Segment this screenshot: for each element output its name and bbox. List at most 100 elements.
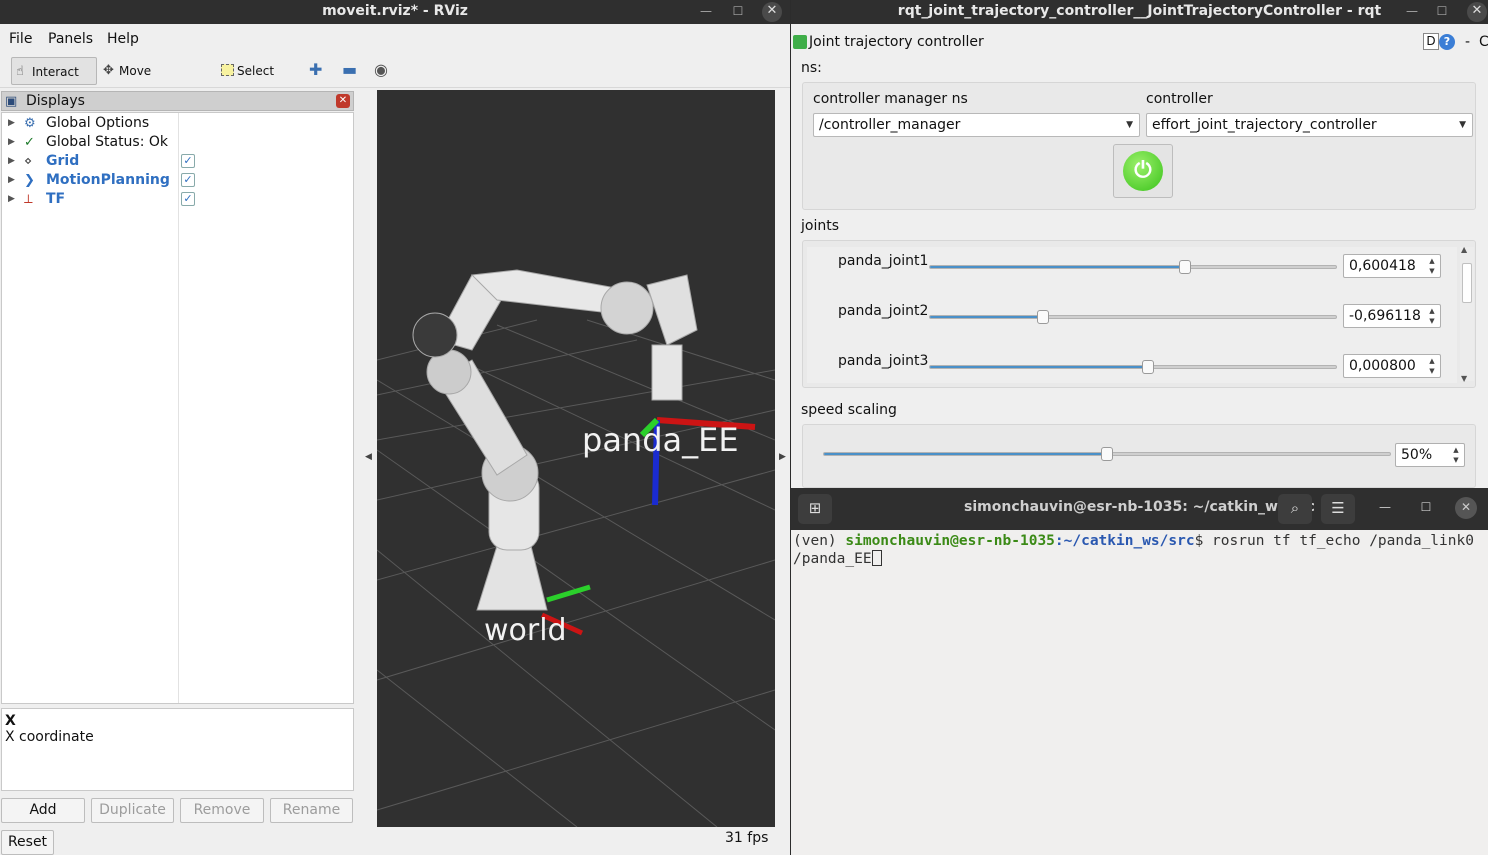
joint-row: panda_joint1 0,600418 ▲ ▼ — [807, 251, 1457, 281]
rqt-titlebar: rqt_joint_trajectory_controller__JointTr… — [791, 0, 1488, 24]
motion-planning-icon: ❯ — [24, 173, 35, 188]
move-camera-tool-button[interactable]: ✥ Move Camera — [99, 57, 199, 106]
power-icon: ⏻ — [1123, 151, 1163, 191]
minimize-icon[interactable]: — — [696, 2, 716, 22]
help-icon[interactable]: ? — [1439, 34, 1455, 50]
add-button[interactable]: Add — [1, 798, 85, 823]
add-tool-icon[interactable]: ✚ — [309, 60, 322, 79]
maximize-icon[interactable]: ☐ — [1415, 497, 1437, 519]
terminal-title: simonchauvin@esr-nb-1035: ~/catkin_ws/sr… — [964, 499, 1315, 515]
menu-file[interactable]: File — [9, 31, 32, 47]
controller-label: controller — [1146, 91, 1213, 107]
joint-slider[interactable] — [929, 310, 1337, 324]
tf-checkbox[interactable]: ✓ — [181, 192, 195, 206]
terminal-window: ⊞ simonchauvin@esr-nb-1035: ~/catkin_ws/… — [791, 488, 1488, 855]
duplicate-button[interactable]: Duplicate — [91, 798, 174, 823]
rename-button[interactable]: Rename — [270, 798, 353, 823]
controller-combo[interactable]: effort_joint_trajectory_controller ▼ — [1146, 113, 1473, 137]
remove-tool-icon[interactable]: ▬ — [342, 60, 357, 79]
monitor-icon: ▣ — [5, 94, 18, 109]
joint-value-spinbox[interactable]: 0,600418 ▲ ▼ — [1343, 254, 1441, 278]
3d-viewport[interactable]: panda_EE world — [377, 90, 775, 827]
tf-label-panda-ee: panda_EE — [582, 421, 739, 459]
speed-scaling-spinbox[interactable]: 50% ▲ ▼ — [1395, 443, 1465, 467]
joint-name: panda_joint3 — [838, 353, 929, 369]
new-tab-icon[interactable]: ⊞ — [798, 494, 832, 524]
spin-arrows-icon[interactable]: ▲ ▼ — [1426, 306, 1438, 326]
slider-handle[interactable] — [1142, 360, 1155, 374]
terminal-output[interactable]: (ven) simonchauvin@esr-nb-1035:~/catkin_… — [793, 532, 1480, 568]
joint-slider[interactable] — [929, 360, 1337, 374]
joint-slider[interactable] — [929, 260, 1337, 274]
menu-panels[interactable]: Panels — [48, 31, 93, 47]
ns-label: ns: — [801, 60, 822, 76]
expand-arrow-icon[interactable]: ▶ — [8, 114, 15, 133]
cm-value: /controller_manager — [819, 117, 961, 133]
speed-scaling-slider[interactable] — [823, 447, 1391, 461]
scrollbar-thumb[interactable] — [1462, 263, 1472, 303]
joints-group: panda_joint1 0,600418 ▲ ▼ panda_joint2 -0… — [802, 240, 1476, 388]
slider-fill — [930, 266, 1185, 268]
select-tool-button[interactable]: Select — [217, 57, 281, 85]
power-button[interactable]: ⏻ — [1113, 144, 1173, 198]
hamburger-menu-icon[interactable]: ☰ — [1321, 494, 1355, 524]
slider-handle[interactable] — [1178, 260, 1191, 274]
tree-item-motion-planning[interactable]: ▶ ❯ MotionPlanning ✓ — [2, 171, 353, 190]
venv-prefix: (ven) — [793, 533, 846, 549]
grid-checkbox[interactable]: ✓ — [181, 154, 195, 168]
rviz-menubar: File Panels Help — [0, 28, 790, 52]
minimize-icon[interactable]: — — [1374, 497, 1396, 519]
slider-handle[interactable] — [1101, 447, 1113, 461]
maximize-icon[interactable]: ☐ — [1432, 2, 1452, 22]
dock-icon[interactable]: D — [1423, 33, 1439, 50]
hand-pointer-icon: ☝ — [16, 64, 24, 79]
joint-value-spinbox[interactable]: 0,000800 ▲ ▼ — [1343, 354, 1441, 378]
interact-tool-button[interactable]: ☝ Interact — [11, 57, 97, 85]
close-icon[interactable]: ✕ — [762, 2, 782, 22]
maximize-icon[interactable]: ☐ — [728, 2, 748, 22]
menu-help[interactable]: Help — [107, 31, 139, 47]
scroll-down-icon[interactable]: ▼ — [1461, 374, 1467, 383]
scene-render: panda_EE world — [377, 269, 775, 827]
remove-button[interactable]: Remove — [180, 798, 264, 823]
close-plugin-icon[interactable]: C — [1479, 30, 1488, 54]
close-icon[interactable]: ✕ — [1455, 497, 1477, 519]
close-icon[interactable]: ✕ — [1467, 2, 1487, 22]
displays-tree: ▶ ⚙ Global Options ▶ ✓ Global Status: Ok… — [1, 112, 354, 704]
spin-arrows-icon[interactable]: ▲ ▼ — [1426, 356, 1438, 376]
controller-value: effort_joint_trajectory_controller — [1152, 117, 1377, 133]
speed-value: 50% — [1401, 447, 1433, 463]
joints-scrollbar[interactable]: ▲ ▼ — [1460, 245, 1474, 383]
close-panel-icon[interactable]: ✕ — [336, 94, 350, 108]
tree-item-grid[interactable]: ▶ ⋄ Grid ✓ — [2, 152, 353, 171]
plugin-title: Joint trajectory controller — [809, 34, 984, 50]
reset-button[interactable]: Reset — [1, 830, 54, 855]
expand-arrow-icon[interactable]: ▶ — [8, 171, 15, 190]
text-cursor — [871, 550, 882, 566]
tree-label: Grid — [46, 153, 80, 169]
tree-item-tf[interactable]: ▶ ⟂ TF ✓ — [2, 190, 353, 209]
slider-handle[interactable] — [1036, 310, 1049, 324]
spin-arrows-icon[interactable]: ▲ ▼ — [1426, 256, 1438, 276]
motion-planning-checkbox[interactable]: ✓ — [181, 173, 195, 187]
expand-arrow-icon[interactable]: ▶ — [8, 133, 15, 152]
collapse-right-icon[interactable]: ▶ — [779, 452, 786, 462]
gear-icon: ⚙ — [24, 116, 36, 131]
eye-view-icon[interactable]: ◉ — [374, 60, 388, 79]
tree-label: Global Options — [46, 115, 150, 131]
expand-arrow-icon[interactable]: ▶ — [8, 152, 15, 171]
displays-panel-header: ▣ Displays ✕ — [1, 91, 354, 111]
spin-arrows-icon[interactable]: ▲ ▼ — [1450, 445, 1462, 465]
tree-item-global-options[interactable]: ▶ ⚙ Global Options — [2, 114, 353, 133]
joint-value-spinbox[interactable]: -0,696118 ▲ ▼ — [1343, 304, 1441, 328]
hide-icon[interactable]: - — [1465, 30, 1470, 54]
controller-manager-combo[interactable]: /controller_manager ▼ — [813, 113, 1140, 137]
search-icon[interactable]: ⌕ — [1278, 494, 1312, 524]
minimize-icon[interactable]: — — [1402, 2, 1422, 22]
tf-label-world: world — [484, 613, 567, 648]
tree-label: Global Status: Ok — [46, 134, 169, 150]
expand-arrow-icon[interactable]: ▶ — [8, 190, 15, 209]
tree-item-global-status[interactable]: ▶ ✓ Global Status: Ok — [2, 133, 353, 152]
collapse-left-icon[interactable]: ◀ — [365, 452, 372, 462]
scroll-up-icon[interactable]: ▲ — [1461, 245, 1467, 254]
